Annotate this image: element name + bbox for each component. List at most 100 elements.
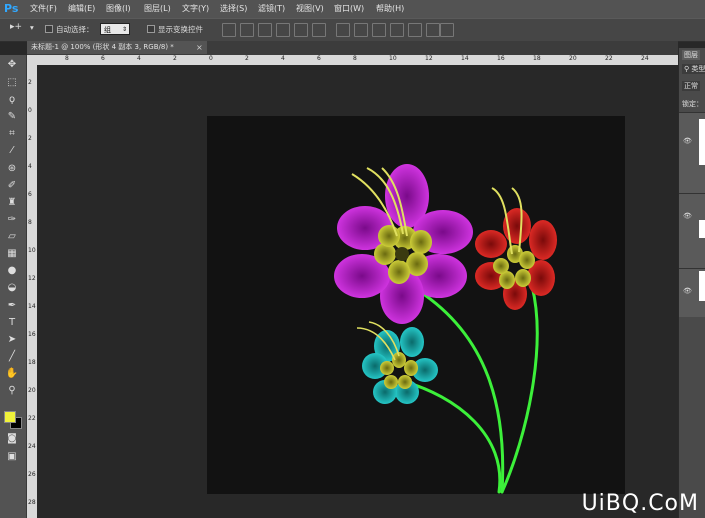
quick-mask-icon[interactable]: ◙ <box>5 433 19 445</box>
stems <box>400 284 539 494</box>
distribute-bottom-icon[interactable] <box>372 23 386 37</box>
ruler-tick: 10 <box>28 247 36 254</box>
ruler-tick: 0 <box>209 55 213 62</box>
ruler-tick: 8 <box>28 219 32 226</box>
eraser-tool-icon[interactable]: ▱ <box>5 231 19 243</box>
ruler-tick: 14 <box>28 303 36 310</box>
watermark: UiBQ.CoM <box>581 491 699 516</box>
layer-thumbnail <box>699 271 705 301</box>
tools-panel: ✥ ⬚ ϙ ✎ ⌗ ⁄ ⊛ ✐ ♜ ✑ ▱ ▦ ● ◒ ✒ T ➤ ╱ ✋ ⚲ … <box>0 55 27 518</box>
ruler-tick: 2 <box>28 135 32 142</box>
history-brush-icon[interactable]: ✑ <box>5 214 19 226</box>
align-top-icon[interactable] <box>222 23 236 37</box>
distribute-vcenter-icon[interactable] <box>354 23 368 37</box>
show-transform-checkbox[interactable] <box>147 25 155 33</box>
layer-row[interactable]: 👁 <box>679 193 705 268</box>
auto-select-dropdown[interactable]: 组 ⇕ <box>100 23 130 35</box>
flower-red <box>475 187 557 310</box>
ruler-tick: 20 <box>569 55 577 62</box>
app-logo: Ps <box>4 2 19 15</box>
zoom-tool-icon[interactable]: ⚲ <box>5 385 19 397</box>
brush-tool-icon[interactable]: ✐ <box>5 180 19 192</box>
path-select-icon[interactable]: ➤ <box>5 334 19 346</box>
eyedropper-tool-icon[interactable]: ⁄ <box>5 145 19 157</box>
ruler-tick: 12 <box>28 275 36 282</box>
menu-view[interactable]: 视图(V) <box>296 3 324 14</box>
screen-mode-icon[interactable]: ▣ <box>5 451 19 463</box>
lasso-tool-icon[interactable]: ϙ <box>5 94 19 106</box>
menu-help[interactable]: 帮助(H) <box>376 3 404 14</box>
distribute-top-icon[interactable] <box>336 23 350 37</box>
eye-icon[interactable]: 👁 <box>683 212 692 220</box>
menu-edit[interactable]: 编辑(E) <box>68 3 95 14</box>
lock-label: 锁定： <box>682 100 703 108</box>
menu-window[interactable]: 窗口(W) <box>334 3 364 14</box>
ruler-tick: 10 <box>389 55 397 62</box>
ruler-tick: 4 <box>137 55 141 62</box>
move-tool-icon[interactable]: ✥ <box>5 59 19 71</box>
auto-select-checkbox[interactable] <box>45 25 53 33</box>
auto-select-value: 组 <box>104 26 111 34</box>
distribute-left-icon[interactable] <box>390 23 404 37</box>
menu-file[interactable]: 文件(F) <box>30 3 57 14</box>
align-bottom-icon[interactable] <box>258 23 272 37</box>
blur-tool-icon[interactable]: ● <box>5 265 19 277</box>
crop-tool-icon[interactable]: ⌗ <box>5 128 19 140</box>
dropdown-arrow-icon: ⇕ <box>121 26 127 33</box>
hand-tool-icon[interactable]: ✋ <box>5 368 19 380</box>
layer-row[interactable]: 👁 <box>679 268 705 317</box>
foreground-color-top <box>4 411 16 423</box>
ruler-vertical: 2 0 2 4 6 8 10 12 14 16 18 20 22 24 26 28 <box>27 65 37 518</box>
auto-select-label: 自动选择： <box>56 25 94 34</box>
flower-artwork <box>334 164 557 494</box>
ruler-tick: 2 <box>173 55 177 62</box>
ruler-tick: 8 <box>65 55 69 62</box>
ruler-tick: 6 <box>28 191 32 198</box>
quick-select-tool-icon[interactable]: ✎ <box>5 111 19 123</box>
document-canvas[interactable] <box>207 116 625 494</box>
menu-layer[interactable]: 图层(L) <box>144 3 171 14</box>
chevron-down-icon[interactable]: ▾ <box>30 23 34 32</box>
flower-purple <box>334 164 473 324</box>
pen-tool-icon[interactable]: ✒ <box>5 300 19 312</box>
move-tool-preset-icon[interactable]: ▸+ <box>10 22 22 32</box>
healing-brush-icon[interactable]: ⊛ <box>5 163 19 175</box>
ruler-horizontal: 8 6 4 2 0 2 4 6 8 10 12 14 16 18 20 22 24 <box>27 55 678 65</box>
distribute-right-icon[interactable] <box>426 23 440 37</box>
menu-filter[interactable]: 滤镜(T) <box>258 3 285 14</box>
eye-icon[interactable]: 👁 <box>683 137 692 145</box>
ruler-tick: 8 <box>353 55 357 62</box>
distribute-hcenter-icon[interactable] <box>408 23 422 37</box>
auto-align-icon[interactable] <box>440 23 454 37</box>
type-tool-icon[interactable]: T <box>5 317 19 329</box>
align-vcenter-icon[interactable] <box>240 23 254 37</box>
ruler-tick: 24 <box>28 443 36 450</box>
ruler-tick: 0 <box>28 107 32 114</box>
ruler-tick: 22 <box>605 55 613 62</box>
blend-mode-dropdown[interactable]: 正常 <box>682 81 700 91</box>
ruler-tick: 18 <box>28 359 36 366</box>
align-left-icon[interactable] <box>276 23 290 37</box>
ruler-tick: 18 <box>533 55 541 62</box>
close-tab-icon[interactable]: × <box>196 41 203 54</box>
layer-row[interactable]: 👁 <box>679 112 705 193</box>
gradient-tool-icon[interactable]: ▦ <box>5 248 19 260</box>
document-tab[interactable]: 未标题-1 @ 100% (形状 4 副本 3, RGB/8) * <box>27 41 207 54</box>
filter-kind-dropdown[interactable]: ⚲ 类型 <box>682 64 705 74</box>
ruler-tick: 14 <box>461 55 469 62</box>
align-right-icon[interactable] <box>312 23 326 37</box>
eye-icon[interactable]: 👁 <box>683 287 692 295</box>
menu-image[interactable]: 图像(I) <box>106 3 131 14</box>
ruler-tick: 6 <box>317 55 321 62</box>
clone-stamp-icon[interactable]: ♜ <box>5 197 19 209</box>
align-hcenter-icon[interactable] <box>294 23 308 37</box>
marquee-tool-icon[interactable]: ⬚ <box>5 77 19 89</box>
layers-tab[interactable]: 图层 <box>682 50 700 60</box>
layer-thumbnail <box>699 119 705 165</box>
menu-type[interactable]: 文字(Y) <box>182 3 209 14</box>
ruler-tick: 16 <box>28 331 36 338</box>
menu-select[interactable]: 选择(S) <box>220 3 247 14</box>
line-tool-icon[interactable]: ╱ <box>5 351 19 363</box>
dodge-tool-icon[interactable]: ◒ <box>5 282 19 294</box>
menu-bar: Ps 文件(F) 编辑(E) 图像(I) 图层(L) 文字(Y) 选择(S) 滤… <box>0 0 705 18</box>
